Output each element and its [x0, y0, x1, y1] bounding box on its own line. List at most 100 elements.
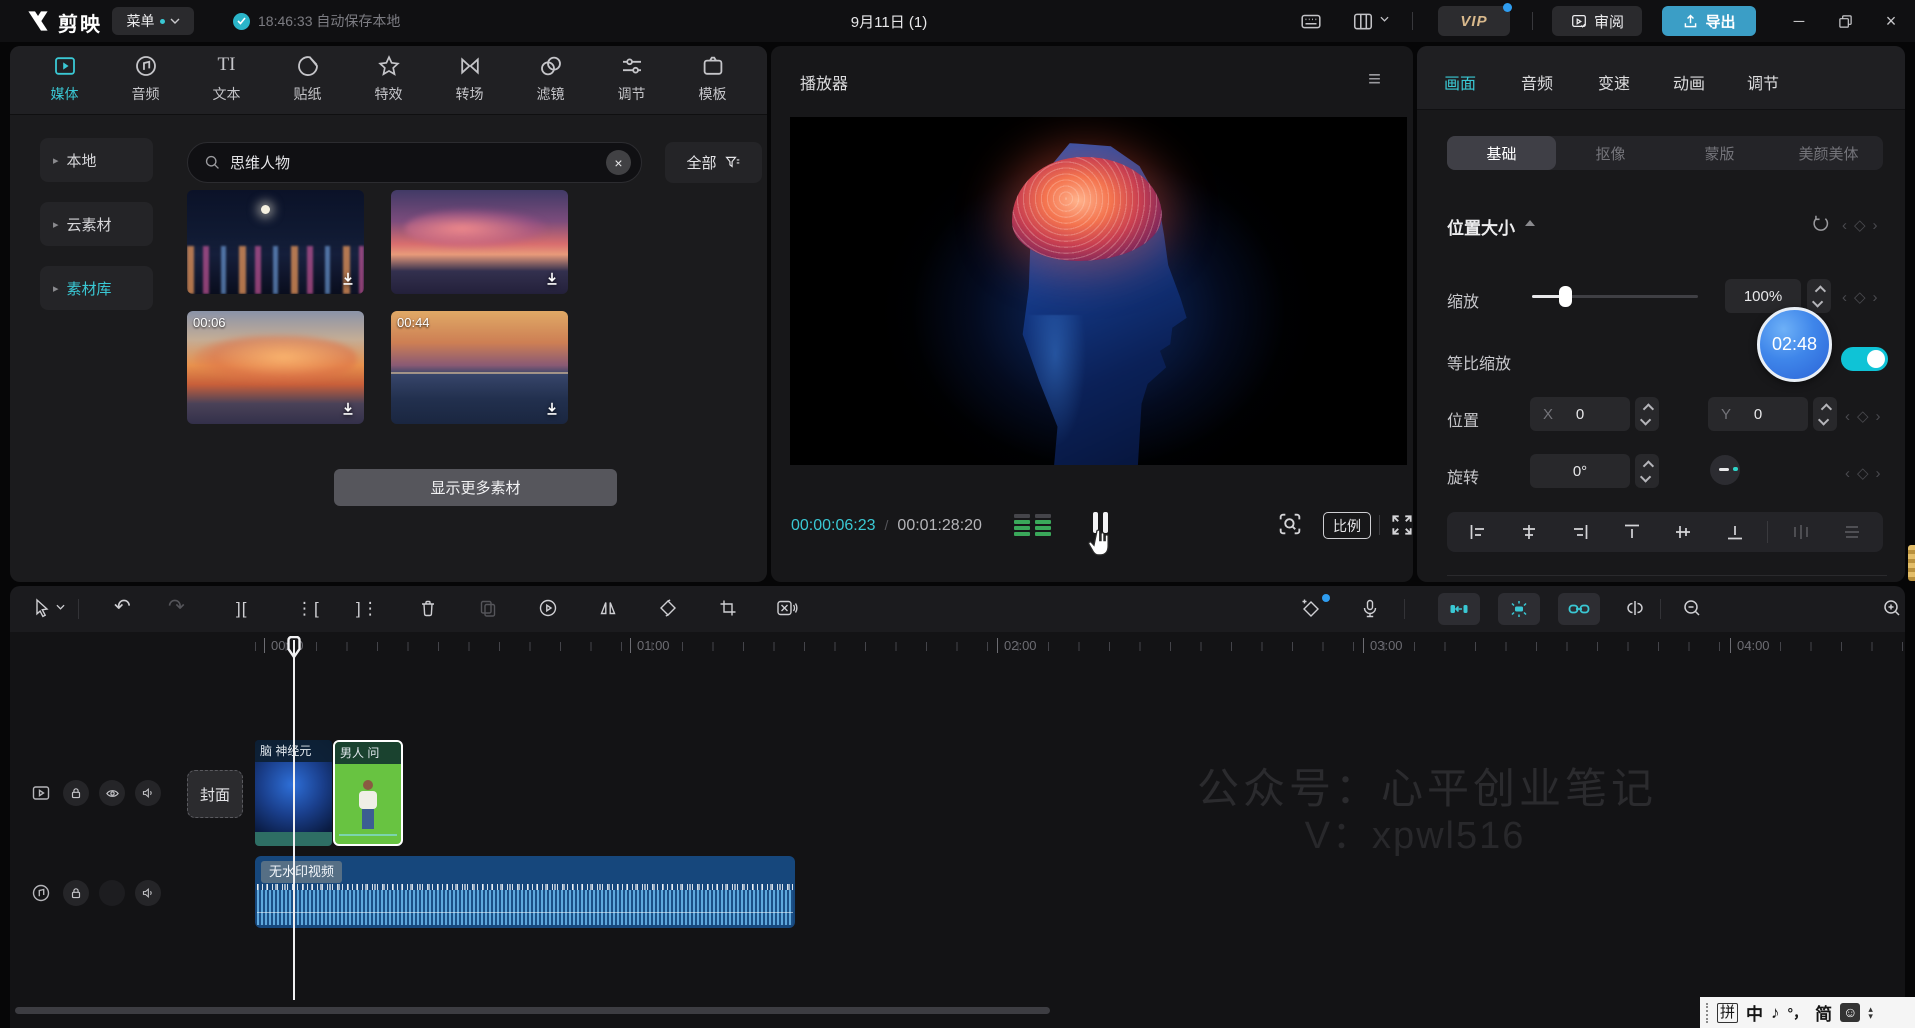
tab-sticker[interactable]: 贴纸	[267, 54, 348, 114]
keyframe-prev-icon[interactable]: ‹	[1842, 289, 1847, 306]
keyframe-next-icon[interactable]: ›	[1873, 217, 1878, 234]
uniform-scale-toggle[interactable]	[1841, 347, 1888, 371]
tab-filter[interactable]: 滤镜	[510, 54, 591, 114]
tab-adjustment[interactable]: 调节	[1747, 70, 1779, 94]
rotate-icon[interactable]	[658, 598, 678, 618]
keyframe-prev-icon[interactable]: ‹	[1845, 408, 1850, 425]
distribute-vertical-icon[interactable]	[1834, 522, 1871, 542]
crop-icon[interactable]	[718, 598, 738, 618]
rotate-stepper[interactable]	[1635, 454, 1659, 488]
position-y-stepper[interactable]	[1813, 397, 1837, 431]
review-button[interactable]: 审阅	[1552, 6, 1642, 36]
keyframe-next-icon[interactable]: ›	[1876, 408, 1881, 425]
subtab-mask[interactable]: 蒙版	[1665, 136, 1774, 170]
ime-sound-icon[interactable]: ♪	[1771, 1003, 1780, 1023]
recording-timer-badge[interactable]: 02:48	[1757, 307, 1832, 382]
vip-button[interactable]: VIP	[1438, 6, 1510, 36]
filter-button[interactable]: 全部	[665, 142, 762, 183]
scale-slider[interactable]	[1532, 295, 1698, 298]
fullscreen-icon[interactable]	[1389, 512, 1415, 538]
cover-button[interactable]: 封面	[187, 770, 243, 818]
copy-icon[interactable]	[478, 598, 498, 618]
ime-pinyin-icon[interactable]: 拼	[1717, 1003, 1738, 1023]
ime-punctuation-icon[interactable]: °，	[1788, 1003, 1808, 1023]
smart-crop-icon[interactable]	[776, 598, 798, 618]
layout-chevron-icon[interactable]	[1380, 16, 1389, 22]
scale-stepper[interactable]	[1807, 279, 1831, 313]
sidebar-item-library[interactable]: ▸ 素材库	[40, 266, 153, 310]
keyframe-next-icon[interactable]: ›	[1876, 465, 1881, 482]
split-keep-left-icon[interactable]: ⋮[	[296, 598, 320, 620]
reset-icon[interactable]	[1811, 214, 1830, 233]
layout-switch-icon[interactable]	[1352, 10, 1374, 32]
menu-button[interactable]: 菜单	[112, 7, 194, 35]
media-item-3[interactable]: 00:06	[187, 311, 364, 424]
tab-audio[interactable]: 音频	[105, 54, 186, 114]
timeline-horizontal-scrollbar[interactable]	[15, 1007, 1050, 1014]
rotate-value-field[interactable]: 0°	[1530, 454, 1630, 488]
media-item-2[interactable]	[391, 190, 568, 294]
show-more-button[interactable]: 显示更多素材	[334, 469, 617, 506]
align-center-horizontal-icon[interactable]	[1510, 522, 1547, 542]
undo-icon[interactable]: ↶	[114, 596, 132, 618]
download-icon[interactable]	[543, 400, 561, 418]
video-track-mute-icon[interactable]	[135, 780, 161, 806]
position-x-stepper[interactable]	[1635, 397, 1659, 431]
select-tool-chevron-icon[interactable]	[56, 604, 65, 610]
download-icon[interactable]	[339, 270, 357, 288]
rotate-dial[interactable]	[1710, 455, 1740, 485]
subtab-beauty[interactable]: 美颜美体	[1774, 136, 1883, 170]
section-position-size[interactable]: 位置大小	[1447, 214, 1515, 239]
video-track-visibility-icon[interactable]	[99, 780, 125, 806]
keyframe-prev-icon[interactable]: ‹	[1842, 217, 1847, 234]
audio-track-lock-icon[interactable]	[63, 880, 89, 906]
link-preview-button[interactable]	[1558, 593, 1600, 625]
select-tool-icon[interactable]	[32, 598, 52, 618]
minimize-button[interactable]: ─	[1786, 9, 1812, 33]
split-icon[interactable]: ][	[236, 598, 247, 620]
add-keyframe-icon[interactable]	[1300, 598, 1322, 620]
download-icon[interactable]	[543, 270, 561, 288]
ime-emoji-keyboard-icon[interactable]: ☺	[1840, 1003, 1860, 1022]
align-right-icon[interactable]	[1562, 522, 1599, 542]
mirror-icon[interactable]	[598, 598, 618, 618]
align-top-icon[interactable]	[1613, 522, 1650, 542]
keyframe-icon[interactable]: ◇	[1854, 216, 1866, 234]
ime-language-icon[interactable]: 中	[1746, 1000, 1763, 1025]
tab-media[interactable]: 媒体	[24, 54, 105, 114]
scale-slider-thumb[interactable]	[1559, 286, 1572, 307]
keyframe-icon[interactable]: ◇	[1857, 464, 1869, 482]
sidebar-item-cloud[interactable]: ▸ 云素材	[40, 202, 153, 246]
delete-icon[interactable]	[418, 598, 438, 618]
tab-template[interactable]: 模板	[672, 54, 753, 114]
close-button[interactable]: ×	[1878, 9, 1904, 33]
zoom-in-icon[interactable]	[1882, 598, 1902, 618]
media-item-4[interactable]: 00:44	[391, 311, 568, 424]
tab-adjust[interactable]: 调节	[591, 54, 672, 114]
tab-audio-settings[interactable]: 音频	[1521, 70, 1553, 94]
media-item-1[interactable]	[187, 190, 364, 294]
playhead[interactable]	[284, 636, 304, 1004]
keyframe-icon[interactable]: ◇	[1854, 288, 1866, 306]
download-icon[interactable]	[339, 400, 357, 418]
edge-pendant-widget[interactable]	[1908, 545, 1915, 581]
ime-drag-handle[interactable]	[1706, 1003, 1709, 1023]
aspect-ratio-button[interactable]: 比例	[1323, 512, 1371, 539]
audio-track-mute-icon[interactable]	[135, 880, 161, 906]
ime-toolbar[interactable]: 拼 中 ♪ °， 简 ☺ ▴ ▾	[1700, 997, 1915, 1028]
sidebar-item-local[interactable]: ▸ 本地	[40, 138, 153, 182]
ime-simplified-icon[interactable]: 简	[1815, 1000, 1832, 1025]
align-left-icon[interactable]	[1459, 522, 1496, 542]
zoom-out-icon[interactable]	[1682, 598, 1702, 618]
video-viewport[interactable]	[790, 117, 1407, 465]
tab-picture[interactable]: 画面	[1444, 70, 1476, 94]
player-menu-icon[interactable]: ≡	[1368, 66, 1381, 92]
tab-text[interactable]: TI 文本	[186, 54, 267, 114]
audio-clip[interactable]: 无水印视频	[255, 856, 795, 928]
keyframe-next-icon[interactable]: ›	[1873, 289, 1878, 306]
unlink-preview-icon[interactable]	[1624, 598, 1646, 618]
collapse-icon[interactable]	[1525, 220, 1535, 226]
focus-frame-icon[interactable]	[1276, 510, 1304, 538]
shortcut-keyboard-icon[interactable]	[1300, 10, 1322, 32]
freeze-frame-icon[interactable]	[538, 598, 558, 618]
